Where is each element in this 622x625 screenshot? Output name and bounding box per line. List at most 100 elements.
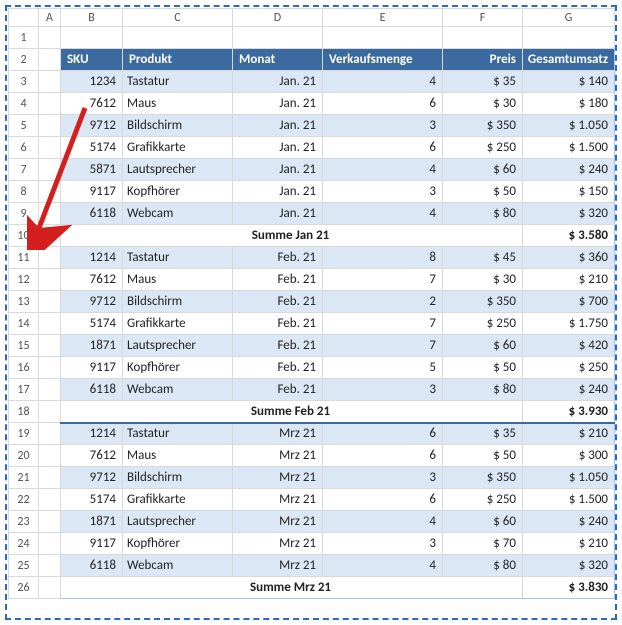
row-header-24[interactable]: 24 (9, 533, 39, 555)
cell-preis[interactable]: $ 250 (443, 137, 523, 159)
cell-monat[interactable]: Mrz 21 (233, 511, 323, 533)
cell-B[interactable] (61, 27, 123, 49)
cell-produkt[interactable]: Tastatur (123, 247, 233, 269)
cell-A[interactable] (39, 467, 61, 489)
row-header-4[interactable]: 4 (9, 93, 39, 115)
cell-umsatz[interactable]: $ 360 (523, 247, 615, 269)
cell-umsatz[interactable]: $ 240 (523, 159, 615, 181)
cell-menge[interactable]: 7 (323, 269, 443, 291)
cell-sku[interactable]: 6118 (61, 203, 123, 225)
cell-menge[interactable]: 3 (323, 181, 443, 203)
cell-umsatz[interactable]: $ 210 (523, 269, 615, 291)
cell-menge[interactable]: 3 (323, 533, 443, 555)
cell-monat[interactable]: Jan. 21 (233, 115, 323, 137)
cell-G[interactable] (523, 27, 615, 49)
cell-preis[interactable]: $ 350 (443, 115, 523, 137)
cell-preis[interactable]: $ 60 (443, 159, 523, 181)
cell-preis[interactable]: $ 60 (443, 335, 523, 357)
cell-sku[interactable]: 9117 (61, 181, 123, 203)
cell-menge[interactable]: 7 (323, 313, 443, 335)
row-header-1[interactable]: 1 (9, 27, 39, 49)
cell-monat[interactable]: Mrz 21 (233, 555, 323, 577)
cell-preis[interactable]: $ 80 (443, 203, 523, 225)
cell-preis[interactable]: $ 30 (443, 93, 523, 115)
subtotal-value-cell[interactable]: $ 3.580 (523, 225, 615, 247)
cell-preis[interactable]: $ 250 (443, 489, 523, 511)
cell-menge[interactable]: 4 (323, 71, 443, 93)
cell-umsatz[interactable]: $ 700 (523, 291, 615, 313)
col-header-G[interactable]: G (523, 9, 615, 27)
cell-umsatz[interactable]: $ 140 (523, 71, 615, 93)
cell-produkt[interactable]: Grafikkarte (123, 137, 233, 159)
cell-A[interactable] (39, 555, 61, 577)
row-header-25[interactable]: 25 (9, 555, 39, 577)
cell-menge[interactable]: 4 (323, 159, 443, 181)
cell-monat[interactable]: Jan. 21 (233, 137, 323, 159)
cell-monat[interactable]: Mrz 21 (233, 423, 323, 445)
cell-umsatz[interactable]: $ 1.050 (523, 115, 615, 137)
cell-sku[interactable]: 5174 (61, 489, 123, 511)
cell-umsatz[interactable]: $ 300 (523, 445, 615, 467)
cell-A[interactable] (39, 137, 61, 159)
cell-A[interactable] (39, 379, 61, 401)
cell-menge[interactable]: 7 (323, 335, 443, 357)
cell-A[interactable] (39, 181, 61, 203)
cell-sku[interactable]: 6118 (61, 379, 123, 401)
cell-sku[interactable]: 1871 (61, 511, 123, 533)
cell-A[interactable] (39, 269, 61, 291)
cell-sku[interactable]: 1234 (61, 71, 123, 93)
cell-A[interactable] (39, 203, 61, 225)
cell-menge[interactable]: 6 (323, 489, 443, 511)
cell-umsatz[interactable]: $ 240 (523, 379, 615, 401)
header-sku[interactable]: SKU (61, 49, 123, 71)
cell-sku[interactable]: 5174 (61, 137, 123, 159)
row-header-18[interactable]: 18 (9, 401, 39, 423)
cell-preis[interactable]: $ 35 (443, 423, 523, 445)
cell-sku[interactable]: 7612 (61, 269, 123, 291)
cell-sku[interactable]: 7612 (61, 93, 123, 115)
cell-produkt[interactable]: Tastatur (123, 423, 233, 445)
cell-A[interactable] (39, 511, 61, 533)
header-produkt[interactable]: Produkt (123, 49, 233, 71)
cell-monat[interactable]: Jan. 21 (233, 203, 323, 225)
cell-A[interactable] (39, 335, 61, 357)
subtotal-label-cell[interactable]: Summe Jan 21 (61, 225, 523, 247)
cell-sku[interactable]: 5871 (61, 159, 123, 181)
cell-produkt[interactable]: Bildschirm (123, 467, 233, 489)
cell-sku[interactable]: 9712 (61, 467, 123, 489)
cell-A[interactable] (39, 247, 61, 269)
cell-sku[interactable]: 9117 (61, 357, 123, 379)
cell-preis[interactable]: $ 350 (443, 291, 523, 313)
cell-umsatz[interactable]: $ 1.500 (523, 489, 615, 511)
cell-A[interactable] (39, 115, 61, 137)
cell-F[interactable] (443, 27, 523, 49)
header-umsatz[interactable]: Gesamtumsatz (523, 49, 615, 71)
cell-E[interactable] (323, 27, 443, 49)
cell-monat[interactable]: Mrz 21 (233, 533, 323, 555)
row-header-21[interactable]: 21 (9, 467, 39, 489)
cell-produkt[interactable]: Kopfhörer (123, 181, 233, 203)
cell-menge[interactable]: 6 (323, 93, 443, 115)
row-header-17[interactable]: 17 (9, 379, 39, 401)
col-header-F[interactable]: F (443, 9, 523, 27)
row-header-23[interactable]: 23 (9, 511, 39, 533)
cell-umsatz[interactable]: $ 320 (523, 203, 615, 225)
cell-A[interactable] (39, 445, 61, 467)
cell-menge[interactable]: 6 (323, 137, 443, 159)
row-header-13[interactable]: 13 (9, 291, 39, 313)
cell-A[interactable] (39, 49, 61, 71)
cell-A[interactable] (39, 71, 61, 93)
cell-sku[interactable]: 9712 (61, 115, 123, 137)
row-header-6[interactable]: 6 (9, 137, 39, 159)
cell-sku[interactable]: 5174 (61, 313, 123, 335)
row-header-20[interactable]: 20 (9, 445, 39, 467)
cell-monat[interactable]: Mrz 21 (233, 467, 323, 489)
cell-umsatz[interactable]: $ 240 (523, 511, 615, 533)
cell-monat[interactable]: Jan. 21 (233, 71, 323, 93)
cell-produkt[interactable]: Webcam (123, 203, 233, 225)
cell-D[interactable] (233, 27, 323, 49)
cell-umsatz[interactable]: $ 210 (523, 423, 615, 445)
cell-A[interactable] (39, 577, 61, 599)
cell-umsatz[interactable]: $ 320 (523, 555, 615, 577)
cell-produkt[interactable]: Webcam (123, 379, 233, 401)
